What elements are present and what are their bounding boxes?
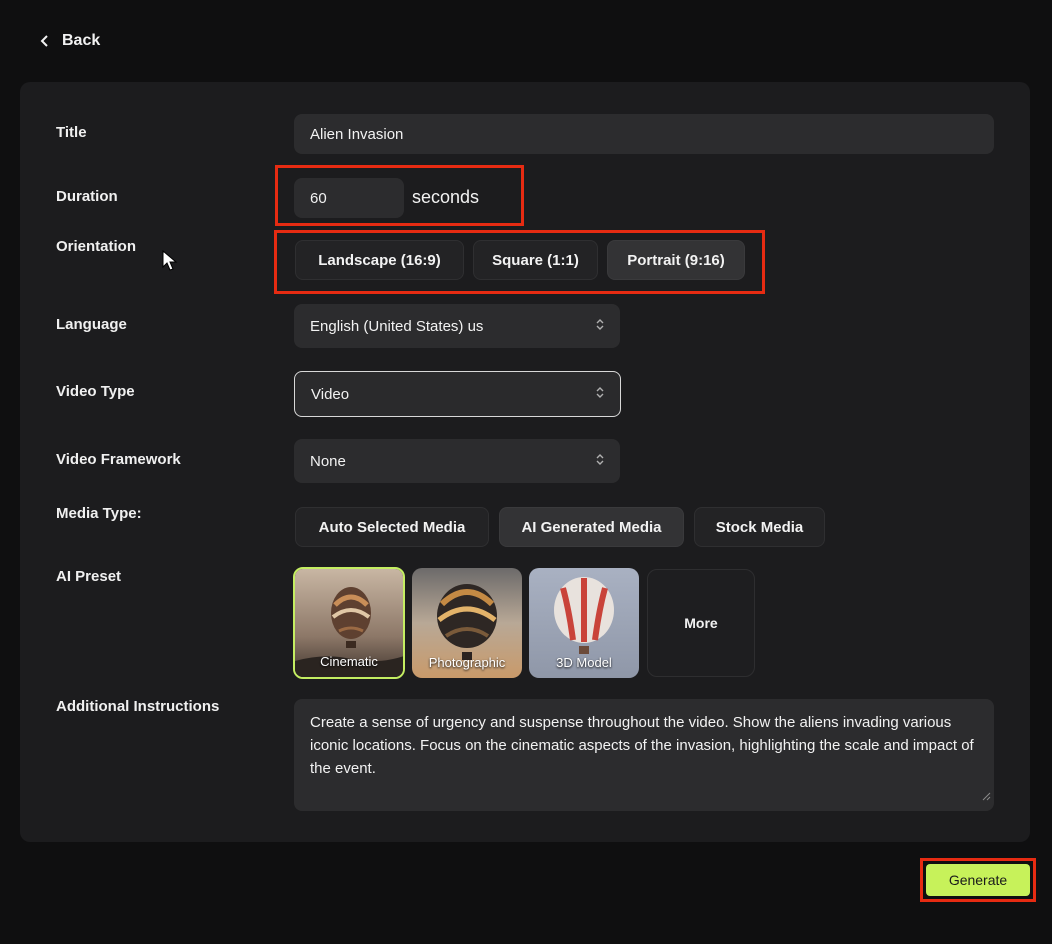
preset-cinematic-caption: Cinematic: [320, 654, 378, 669]
select-chevron-icon: [596, 386, 604, 403]
select-chevron-icon: [596, 453, 604, 470]
chevron-left-icon: [40, 35, 50, 47]
video-framework-label: Video Framework: [56, 451, 181, 468]
media-ai-generated-button[interactable]: AI Generated Media: [499, 507, 684, 547]
title-value: Alien Invasion: [310, 125, 404, 143]
video-type-label: Video Type: [56, 383, 135, 400]
orientation-portrait-button[interactable]: Portrait (9:16): [607, 240, 745, 280]
title-label: Title: [56, 124, 87, 141]
video-framework-select[interactable]: None: [294, 439, 620, 483]
media-stock-button[interactable]: Stock Media: [694, 507, 825, 547]
orientation-landscape-button[interactable]: Landscape (16:9): [295, 240, 464, 280]
media-auto-selected-button[interactable]: Auto Selected Media: [295, 507, 489, 547]
video-type-select[interactable]: Video: [294, 371, 621, 417]
preset-cinematic[interactable]: Cinematic: [293, 567, 405, 679]
language-value: English (United States) us: [310, 317, 484, 335]
orientation-label: Orientation: [56, 238, 137, 255]
duration-input[interactable]: 60: [294, 178, 404, 218]
additional-instructions-textarea[interactable]: Create a sense of urgency and suspense t…: [294, 699, 994, 811]
additional-instructions-value: Create a sense of urgency and suspense t…: [310, 714, 974, 777]
duration-unit: seconds: [412, 187, 480, 207]
preset-photographic[interactable]: Photographic: [412, 568, 522, 678]
generate-label: Generate: [948, 872, 1008, 888]
video-framework-value: None: [310, 452, 346, 470]
duration-value: 60: [310, 189, 327, 207]
ai-preset-label: AI Preset: [56, 568, 122, 585]
language-select[interactable]: English (United States) us: [294, 304, 620, 348]
resize-handle-icon[interactable]: [981, 785, 991, 808]
duration-label: Duration: [56, 188, 118, 205]
additional-instructions-label: Additional Instructions: [56, 698, 220, 715]
preset-3d-model[interactable]: 3D Model: [529, 568, 639, 678]
preset-photographic-caption: Photographic: [428, 655, 506, 670]
language-label: Language: [56, 316, 127, 333]
preset-more-button[interactable]: More: [647, 569, 755, 677]
back-label: Back: [62, 32, 101, 49]
orientation-square-button[interactable]: Square (1:1): [473, 240, 598, 280]
title-input[interactable]: Alien Invasion: [294, 114, 994, 154]
select-chevron-icon: [596, 318, 604, 335]
preset-more-label: More: [684, 615, 718, 631]
video-type-value: Video: [311, 385, 350, 403]
media-type-label: Media Type:: [56, 505, 142, 522]
generate-button[interactable]: Generate: [926, 864, 1030, 896]
mouse-cursor-icon: [162, 249, 178, 277]
back-link[interactable]: Back: [40, 32, 100, 50]
preset-3d-model-caption: 3D Model: [556, 655, 612, 670]
